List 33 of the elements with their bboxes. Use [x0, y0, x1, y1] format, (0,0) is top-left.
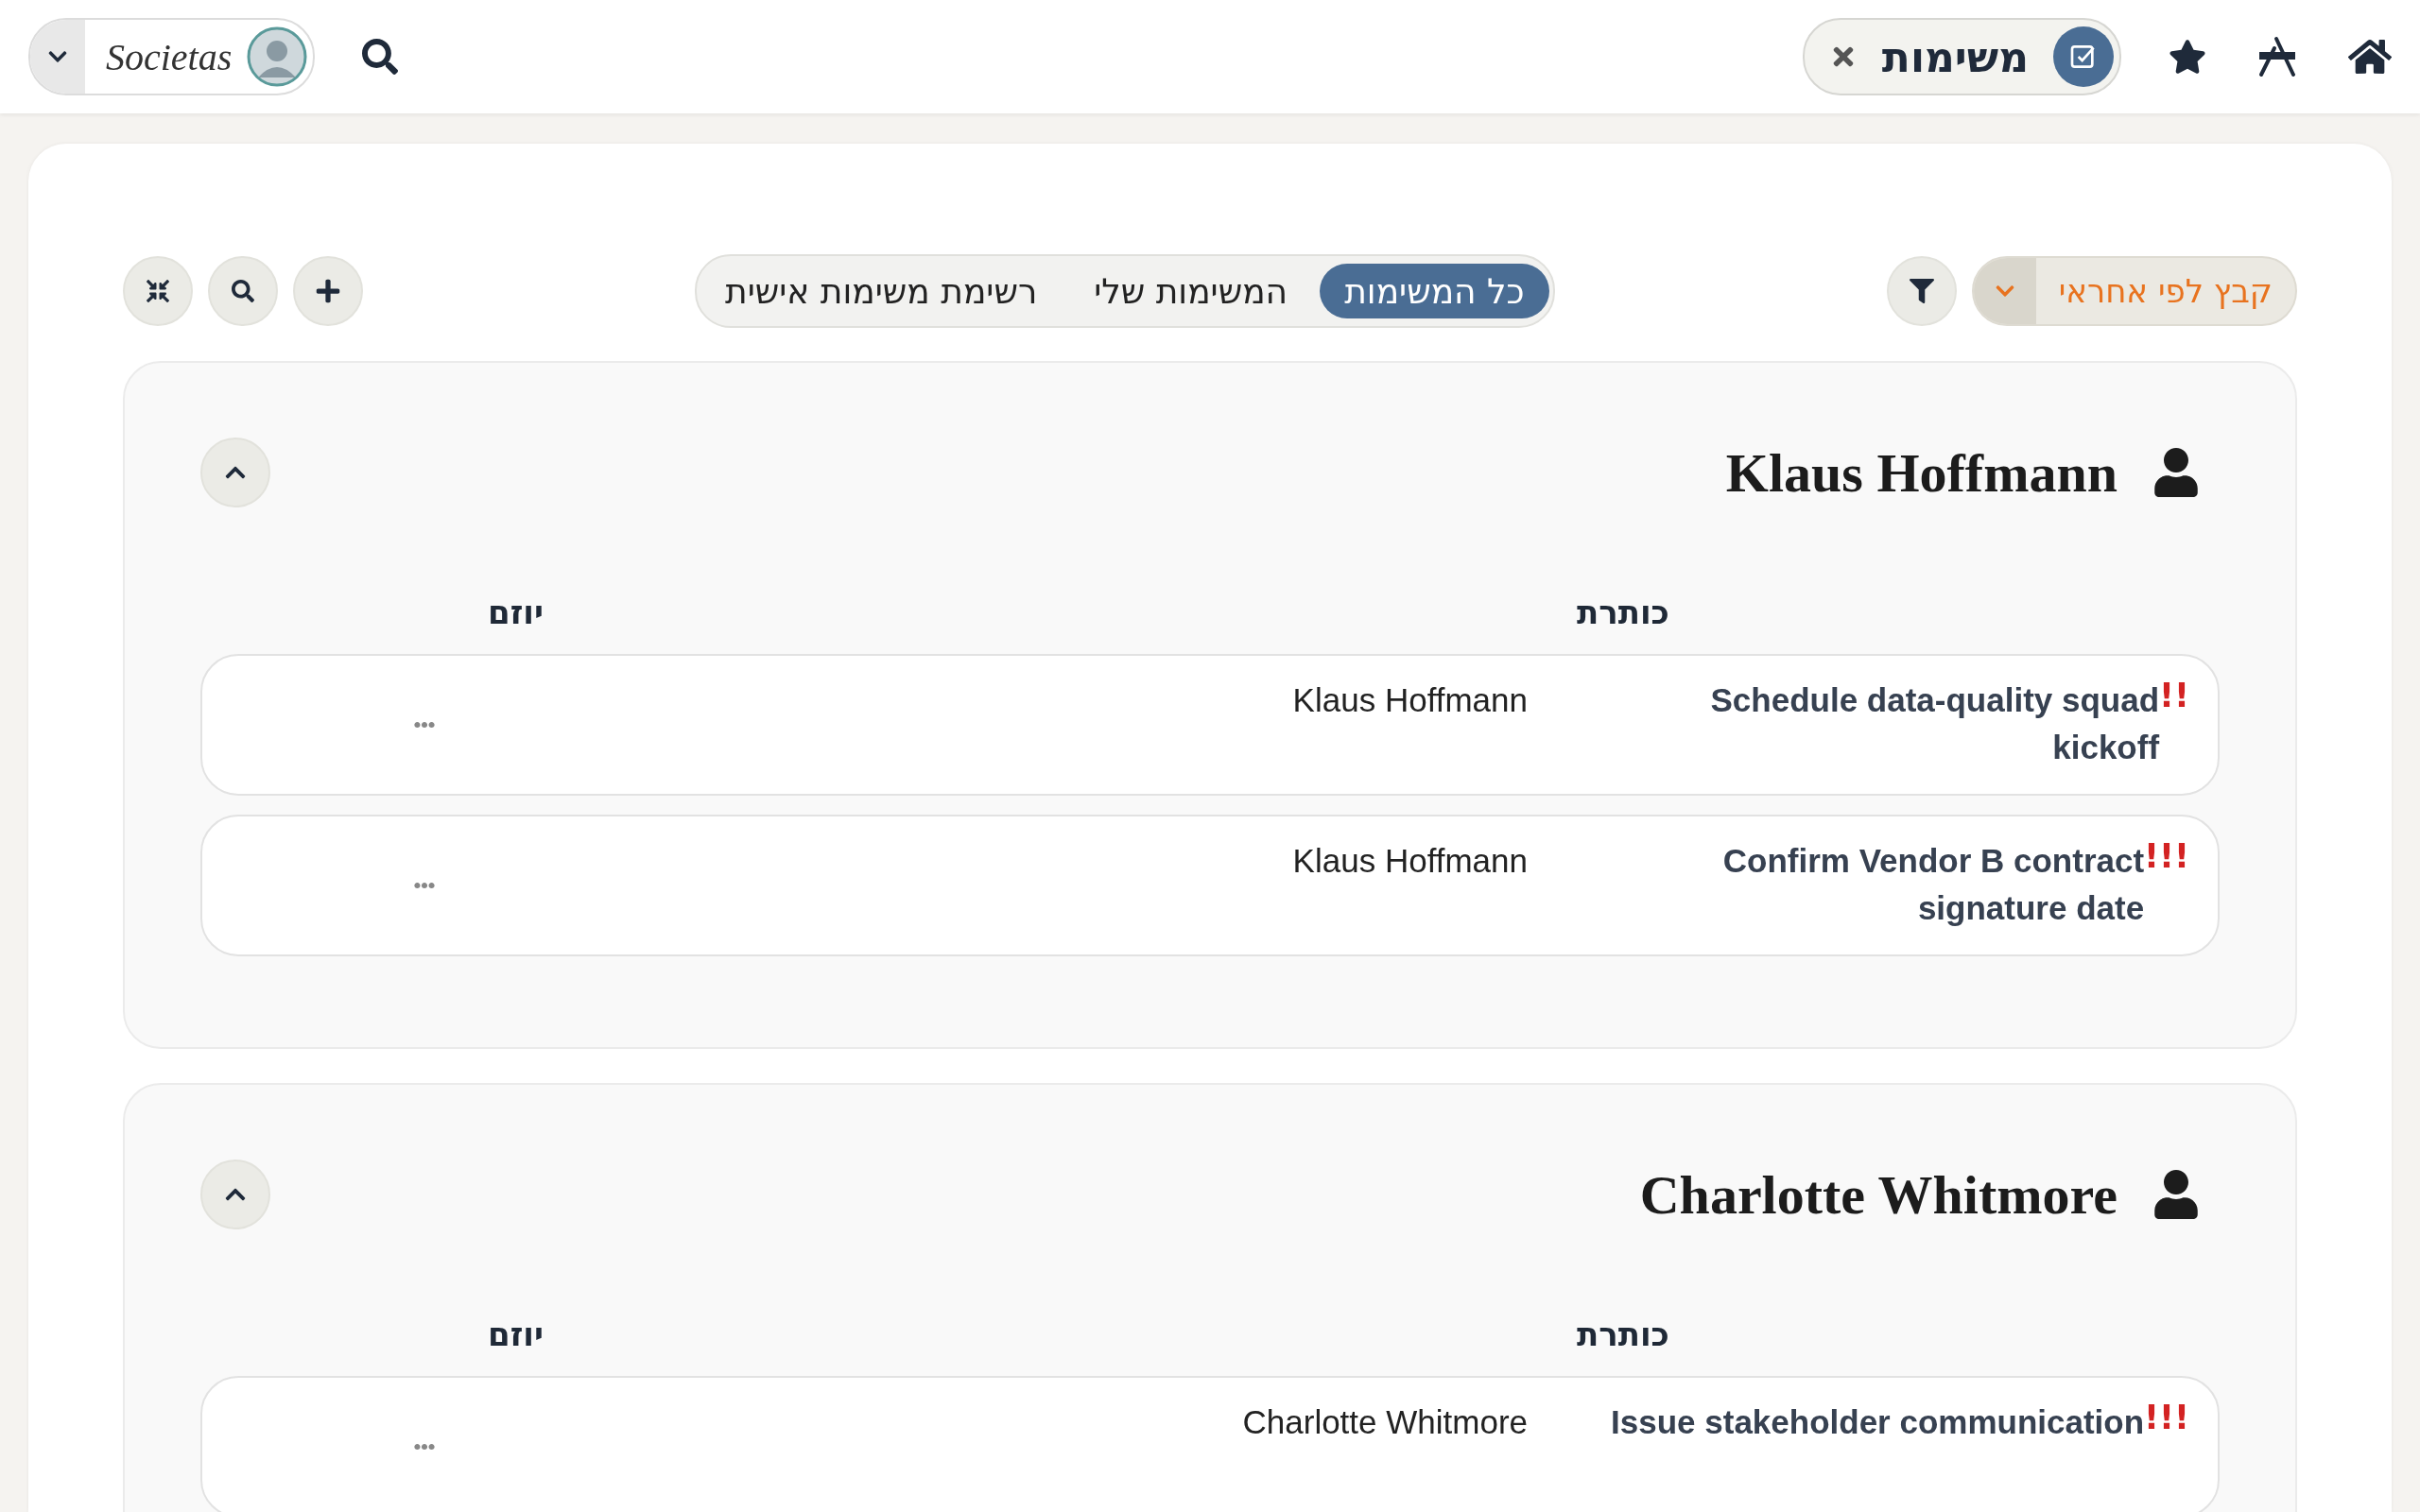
view-tab[interactable]: רשימת משימות אישית [700, 264, 1063, 318]
initiator-name: Charlotte Whitmore [1242, 1402, 1529, 1442]
person-icon [2152, 1170, 2201, 1219]
priority-mark: !!! [2144, 837, 2189, 875]
checkbox-icon [2053, 26, 2114, 87]
task-title: Schedule data-quality squad kickoff [1709, 680, 2160, 767]
task-title: Confirm Vendor B contract signature date [1721, 841, 2145, 928]
column-header: יוזם [487, 593, 544, 631]
priority-mark: !! [2159, 677, 2189, 714]
column-header: כותרת [1576, 1315, 1669, 1353]
filter-icon [1909, 279, 1934, 303]
search-icon[interactable] [362, 39, 399, 75]
search-icon [232, 280, 254, 302]
caret-icon [1973, 258, 2036, 324]
view-tab[interactable]: המשימות שלי [1069, 264, 1313, 318]
logo: Societas [105, 34, 233, 79]
column-header: יוזם [487, 1315, 544, 1353]
person-icon [2152, 448, 2201, 497]
task-title: Issue stakeholder communication [1611, 1402, 2145, 1442]
active-app-tab[interactable]: משימות [1802, 18, 2121, 95]
avatar-icon [247, 26, 308, 87]
view-tab[interactable]: כל המשימות [1320, 264, 1549, 318]
group-name: Charlotte Whitmore [1639, 1162, 2118, 1227]
column-header: כותרת [1576, 593, 1669, 631]
compress-icon [147, 280, 169, 302]
priority-mark: !!! [2144, 1399, 2189, 1436]
logo-switcher[interactable]: Societas [28, 18, 316, 95]
app-label: משימות [1881, 32, 2029, 81]
initiator-name: Klaus Hoffmann [1292, 680, 1529, 720]
initiator-name: Klaus Hoffmann [1292, 841, 1529, 881]
star-icon[interactable] [2169, 38, 2206, 76]
group-name: Klaus Hoffmann [1725, 440, 2118, 505]
plus-icon [315, 278, 341, 304]
